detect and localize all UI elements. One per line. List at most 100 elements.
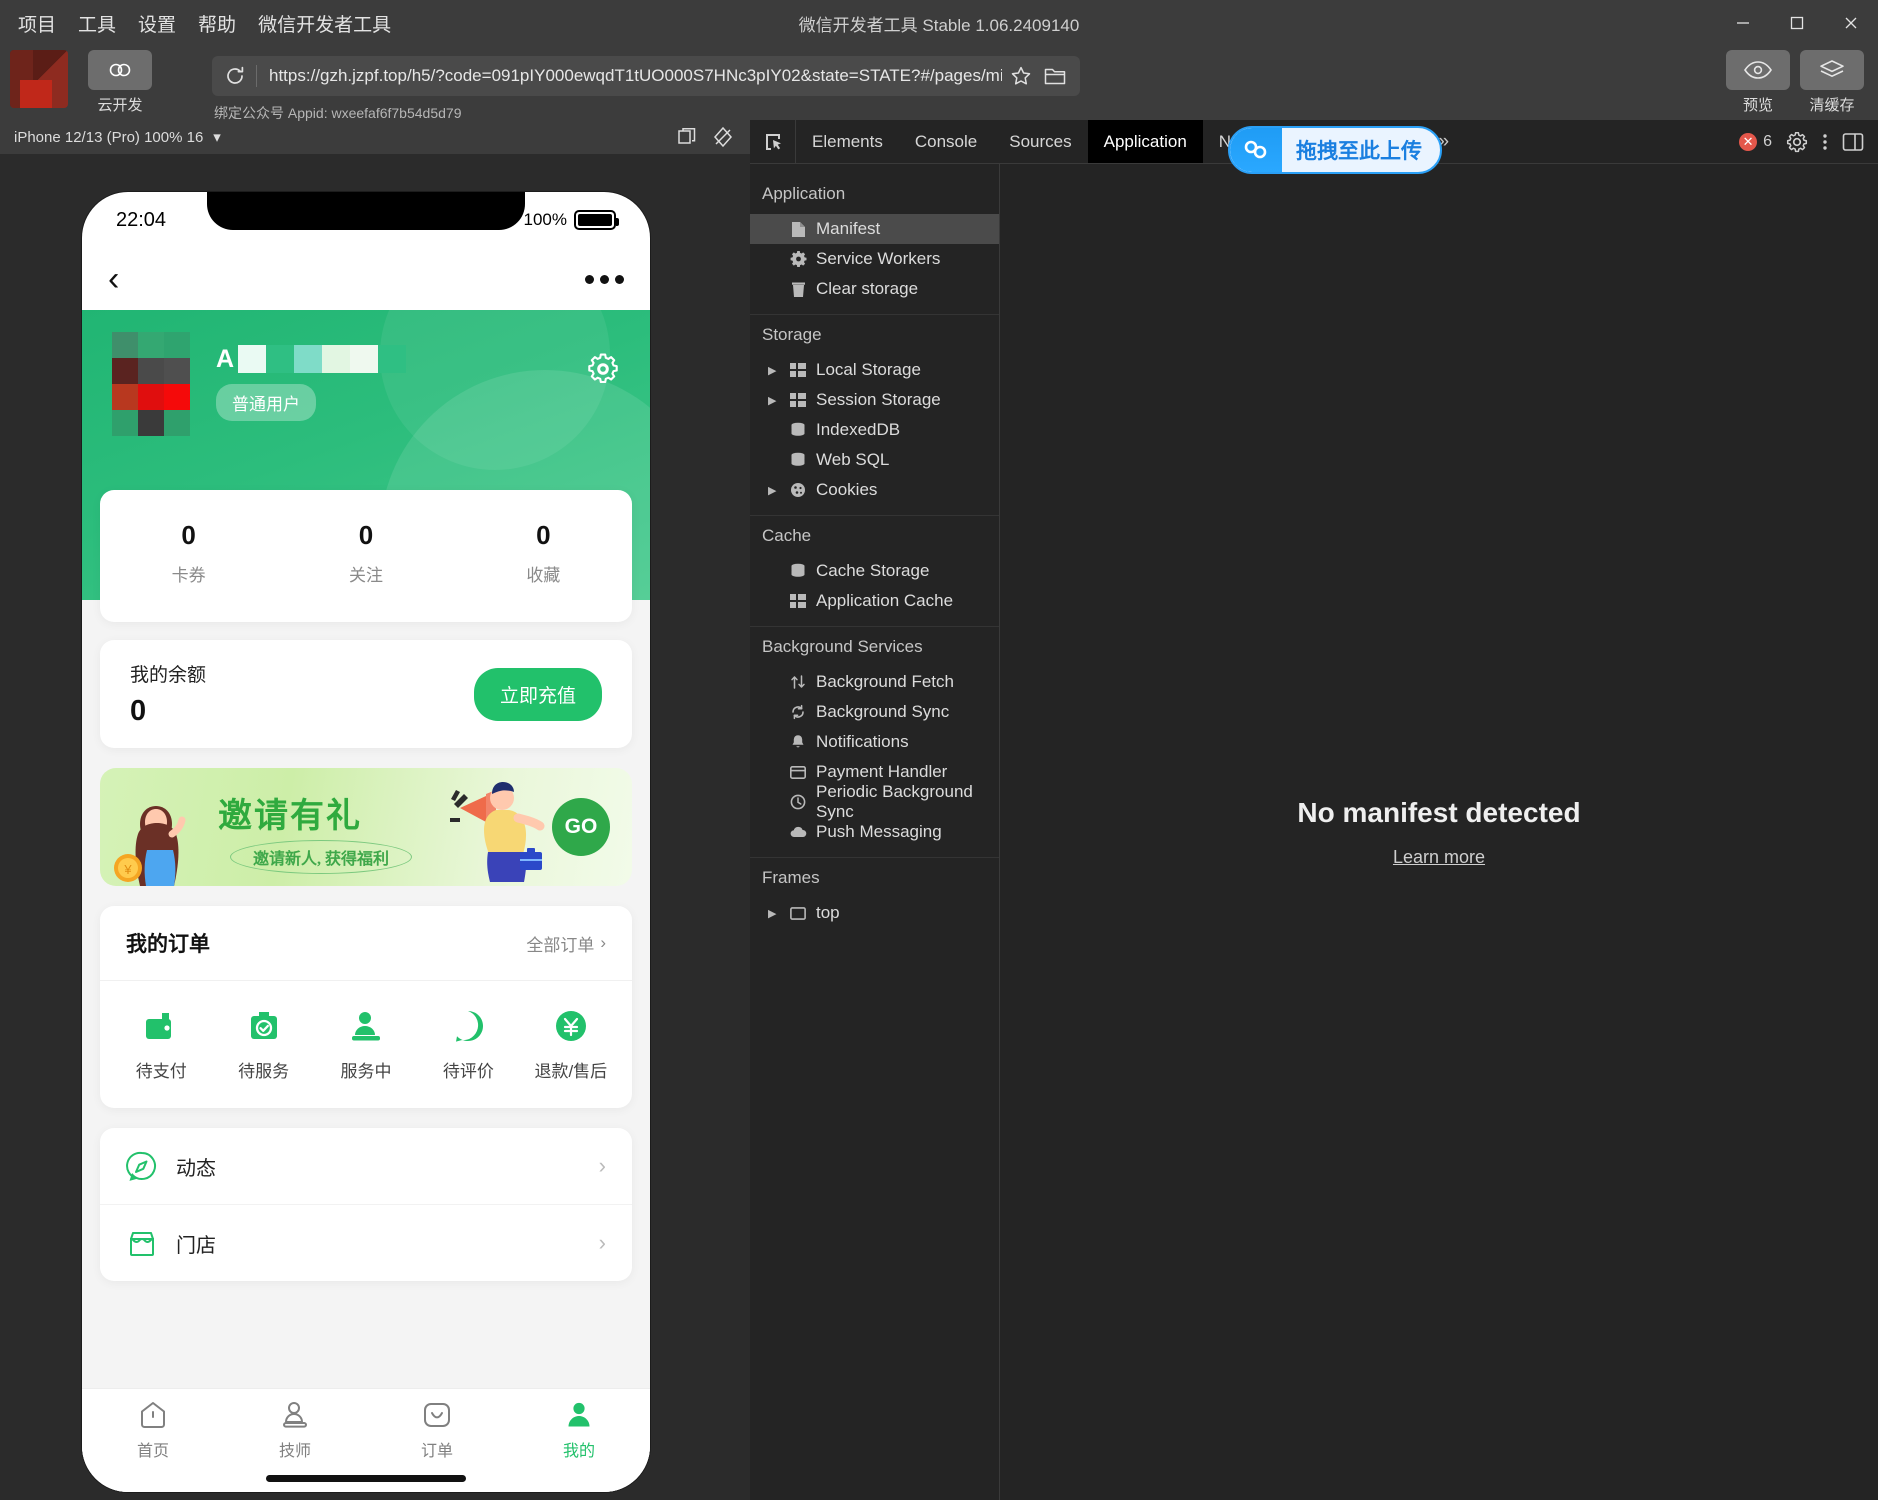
clear-cache-button[interactable]: 清缓存 — [1800, 50, 1864, 115]
reload-icon[interactable] — [222, 63, 248, 89]
link-row-dynamics[interactable]: 动态 › — [100, 1128, 632, 1205]
minimize-button[interactable] — [1716, 0, 1770, 46]
tab-mine[interactable]: 我的 — [508, 1399, 650, 1461]
stat-label: 关注 — [277, 561, 454, 586]
more-menu-icon[interactable] — [585, 275, 624, 284]
order-status-pending-service[interactable]: 待服务 — [212, 1007, 314, 1082]
battery-icon — [574, 210, 616, 230]
sidebar-item-session-storage[interactable]: ▶ Session Storage — [750, 385, 999, 415]
close-button[interactable] — [1824, 0, 1878, 46]
drag-upload-badge[interactable]: 拖拽至此上传 — [1228, 126, 1442, 174]
orders-title: 我的订单 — [126, 928, 210, 958]
menu-item-tools[interactable]: 工具 — [78, 10, 116, 37]
menu-item-settings[interactable]: 设置 — [138, 10, 176, 37]
database-icon — [788, 563, 808, 579]
sidebar-item-web-sql[interactable]: Web SQL — [750, 445, 999, 475]
error-count-badge[interactable]: ✕ 6 — [1739, 133, 1772, 151]
sidebar-item-background-sync[interactable]: Background Sync — [750, 697, 999, 727]
eye-icon — [1726, 50, 1790, 90]
devtools-tab-application[interactable]: Application — [1088, 120, 1203, 163]
expand-arrow-icon[interactable]: ▶ — [768, 907, 780, 920]
inspect-element-icon[interactable] — [750, 120, 796, 163]
all-orders-link[interactable]: 全部订单 › — [526, 931, 606, 956]
frame-icon — [788, 907, 808, 920]
sidebar-item-local-storage[interactable]: ▶ Local Storage — [750, 355, 999, 385]
recharge-button[interactable]: 立即充值 — [474, 668, 602, 721]
sidebar-item-indexeddb[interactable]: IndexedDB — [750, 415, 999, 445]
stat-follows[interactable]: 0 关注 — [277, 520, 454, 586]
document-icon — [788, 221, 808, 238]
preview-button[interactable]: 预览 — [1726, 50, 1790, 115]
learn-more-link[interactable]: Learn more — [1393, 847, 1485, 868]
sidebar-item-manifest[interactable]: Manifest — [750, 214, 999, 244]
status-time: 22:04 — [116, 209, 166, 232]
folder-icon[interactable] — [1040, 65, 1070, 87]
banner-person-right-illustration — [436, 774, 546, 882]
stat-label: 收藏 — [455, 561, 632, 586]
order-status-refund[interactable]: 退款/售后 — [520, 1007, 622, 1082]
devtools-tab-console[interactable]: Console — [899, 120, 993, 163]
menu-item-devtools[interactable]: 微信开发者工具 — [258, 10, 391, 37]
manifest-empty-state: No manifest detected Learn more — [1000, 164, 1878, 1500]
project-thumbnail[interactable] — [10, 50, 68, 108]
simulator-column: iPhone 12/13 (Pro) 100% 16 ▾ 22: — [0, 120, 750, 1500]
sidebar-item-label: top — [816, 903, 840, 923]
link-label: 门店 — [176, 1229, 581, 1258]
sidebar-item-cookies[interactable]: ▶ Cookies — [750, 475, 999, 505]
devtools-settings-gear-icon[interactable] — [1786, 131, 1808, 153]
sidebar-item-label: Application Cache — [816, 591, 953, 611]
stat-coupons[interactable]: 0 卡券 — [100, 520, 277, 586]
sidebar-item-periodic-background-sync[interactable]: Periodic Background Sync — [750, 787, 999, 817]
back-icon[interactable]: ‹ — [108, 262, 119, 296]
device-selector-caret[interactable]: ▾ — [213, 128, 221, 146]
maximize-button[interactable] — [1770, 0, 1824, 46]
table-icon — [788, 393, 808, 407]
sidebar-item-notifications[interactable]: Notifications — [750, 727, 999, 757]
layers-icon — [1800, 50, 1864, 90]
sidebar-item-clear-storage[interactable]: Clear storage — [750, 274, 999, 304]
url-bar[interactable]: https://gzh.jzpf.top/h5/?code=091pIY000e… — [212, 56, 1080, 96]
orders-card: 我的订单 全部订单 › — [100, 906, 632, 1108]
order-status-pending-review[interactable]: 待评价 — [417, 1007, 519, 1082]
chevron-right-icon: › — [599, 1153, 606, 1179]
invite-banner[interactable]: ¥ 邀请有礼 邀请新人, 获得福利 — [100, 768, 632, 886]
order-status-pending-payment[interactable]: 待支付 — [110, 1007, 212, 1082]
sidebar-item-cache-storage[interactable]: Cache Storage — [750, 556, 999, 586]
table-icon — [788, 363, 808, 377]
bottom-tab-bar: 首页 技师 — [82, 1388, 650, 1492]
duplicate-window-icon[interactable] — [674, 124, 700, 150]
menu-item-project[interactable]: 项目 — [18, 10, 56, 37]
order-status-in-service[interactable]: 服务中 — [315, 1007, 417, 1082]
sidebar-item-application-cache[interactable]: Application Cache — [750, 586, 999, 616]
devtools-tab-sources[interactable]: Sources — [993, 120, 1087, 163]
tab-technician[interactable]: 技师 — [224, 1399, 366, 1461]
order-status-label: 服务中 — [341, 1057, 392, 1082]
no-network-icon[interactable] — [710, 124, 736, 150]
expand-arrow-icon[interactable]: ▶ — [768, 484, 780, 497]
banner-go-button[interactable]: GO — [552, 798, 610, 856]
tab-orders[interactable]: 订单 — [366, 1399, 508, 1461]
link-row-store[interactable]: 门店 › — [100, 1205, 632, 1281]
devtools-kebab-menu-icon[interactable] — [1822, 131, 1828, 153]
tab-home[interactable]: 首页 — [82, 1399, 224, 1461]
profile-name-block: A 普通用户 — [216, 344, 406, 421]
sidebar-item-service-workers[interactable]: Service Workers — [750, 244, 999, 274]
menu-item-help[interactable]: 帮助 — [198, 10, 236, 37]
expand-arrow-icon[interactable]: ▶ — [768, 364, 780, 377]
url-input[interactable]: https://gzh.jzpf.top/h5/?code=091pIY000e… — [269, 66, 1002, 86]
expand-arrow-icon[interactable]: ▶ — [768, 394, 780, 407]
avatar[interactable] — [112, 332, 190, 436]
device-selector[interactable]: iPhone 12/13 (Pro) 100% 16 — [14, 129, 203, 146]
sync-icon — [788, 704, 808, 720]
devtools-dock-icon[interactable] — [1842, 132, 1864, 152]
arrows-updown-icon — [788, 674, 808, 690]
cloud-dev-button[interactable]: 云开发 — [88, 50, 152, 115]
bookmark-star-icon[interactable] — [1006, 65, 1036, 87]
home-icon — [137, 1399, 169, 1431]
stat-favorites[interactable]: 0 收藏 — [455, 520, 632, 586]
devtools-tab-elements[interactable]: Elements — [796, 120, 899, 163]
settings-gear-icon[interactable] — [586, 352, 620, 386]
sidebar-item-top-frame[interactable]: ▶ top — [750, 898, 999, 928]
sidebar-item-background-fetch[interactable]: Background Fetch — [750, 667, 999, 697]
upload-cloud-icon — [1230, 128, 1282, 172]
